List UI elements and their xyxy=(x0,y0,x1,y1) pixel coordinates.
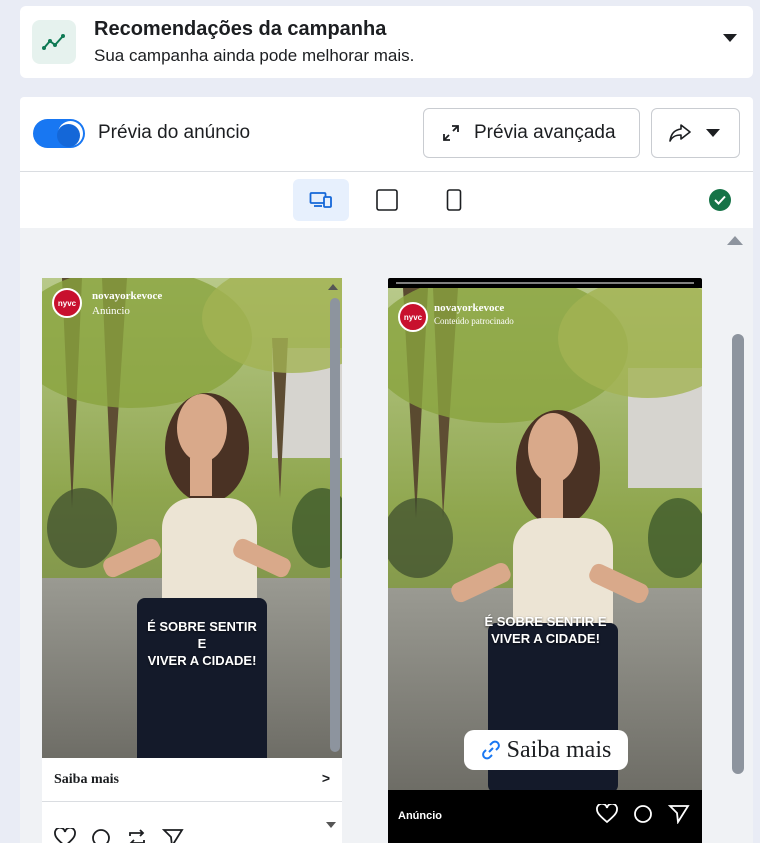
share-arrow-icon xyxy=(669,124,691,142)
feed-ad-preview: nyvc novayorkevoce Anúncio É SOBRE SENTI… xyxy=(42,278,342,843)
expand-arrows-icon xyxy=(443,125,459,141)
feed-scrollbar[interactable] xyxy=(330,298,340,752)
feed-account-name: novayorkevoce xyxy=(92,290,163,302)
toggle-knob xyxy=(57,121,83,147)
story-footer-label: Anúncio xyxy=(398,810,442,822)
story-brand-avatar: nyvc xyxy=(398,302,428,332)
devices-icon xyxy=(309,192,332,208)
feed-action-icons xyxy=(54,828,184,843)
ad-preview-toggle[interactable] xyxy=(33,119,85,148)
campaign-recommendations-card[interactable]: Recomendações da campanha Sua campanha a… xyxy=(20,6,753,78)
placement-feed-button[interactable] xyxy=(359,179,415,221)
share-button[interactable] xyxy=(651,108,740,158)
story-ad-preview: nyvc novayorkevoce Conteúdo patrocinado … xyxy=(388,278,702,843)
feed-cta-arrow-icon: > xyxy=(321,770,330,786)
feed-overlay-text: É SOBRE SENTIR E VIVER A CIDADE! xyxy=(147,619,257,668)
story-progress-bar xyxy=(396,282,694,284)
preview-scrollbar[interactable] xyxy=(732,334,744,774)
story-cta-button[interactable]: Saiba mais xyxy=(464,730,628,770)
feed-scroll-down-icon[interactable] xyxy=(326,822,336,828)
phone-icon xyxy=(446,189,462,211)
link-icon xyxy=(481,740,500,760)
recommendations-title: Recomendações da campanha xyxy=(94,18,387,40)
heart-icon[interactable] xyxy=(54,828,76,843)
send-icon[interactable] xyxy=(668,804,690,824)
ad-preview-panel: Prévia do anúncio Prévia avançada nyvc n… xyxy=(20,97,753,843)
placement-stories-button[interactable] xyxy=(426,179,482,221)
chevron-down-icon xyxy=(706,129,720,137)
trend-chart-icon xyxy=(32,20,76,64)
feed-ad-video: nyvc novayorkevoce Anúncio É SOBRE SENTI… xyxy=(42,278,342,758)
preview-canvas: nyvc novayorkevoce Anúncio É SOBRE SENTI… xyxy=(20,228,753,843)
feed-cta-button[interactable]: Saiba mais xyxy=(54,772,119,788)
story-action-icons xyxy=(596,804,690,824)
square-icon xyxy=(376,189,398,211)
preview-toolbar: Prévia do anúncio Prévia avançada xyxy=(20,97,753,171)
heart-icon[interactable] xyxy=(596,804,618,824)
story-ad-video: nyvc novayorkevoce Conteúdo patrocinado … xyxy=(388,288,702,790)
success-check-icon xyxy=(709,189,731,211)
placement-selector xyxy=(20,172,753,228)
story-account-name: novayorkevoce xyxy=(434,302,505,314)
ad-preview-toggle-label: Prévia do anúncio xyxy=(98,122,251,143)
recommendations-subtitle: Sua campanha ainda pode melhorar mais. xyxy=(94,46,415,65)
story-footer: Anúncio xyxy=(388,790,702,843)
repost-icon[interactable] xyxy=(126,828,148,843)
advanced-preview-button[interactable]: Prévia avançada xyxy=(423,108,640,158)
feed-scroll-up-icon[interactable] xyxy=(328,284,338,290)
feed-sponsored-label: Anúncio xyxy=(92,305,130,317)
advanced-preview-label: Prévia avançada xyxy=(474,122,616,143)
comment-icon[interactable] xyxy=(632,804,654,824)
send-icon[interactable] xyxy=(162,828,184,843)
placement-all-devices-button[interactable] xyxy=(293,179,349,221)
expand-caret-icon[interactable] xyxy=(723,34,737,42)
feed-cta-row[interactable]: Saiba mais > xyxy=(42,758,342,802)
brand-avatar: nyvc xyxy=(52,288,82,318)
comment-icon[interactable] xyxy=(90,828,112,843)
story-cta-label: Saiba mais xyxy=(506,736,612,763)
story-sponsored-label: Conteúdo patrocinado xyxy=(434,316,514,326)
scroll-up-arrow-icon[interactable] xyxy=(727,236,743,245)
story-overlay-text: É SOBRE SENTIR E VIVER A CIDADE! xyxy=(484,614,607,646)
